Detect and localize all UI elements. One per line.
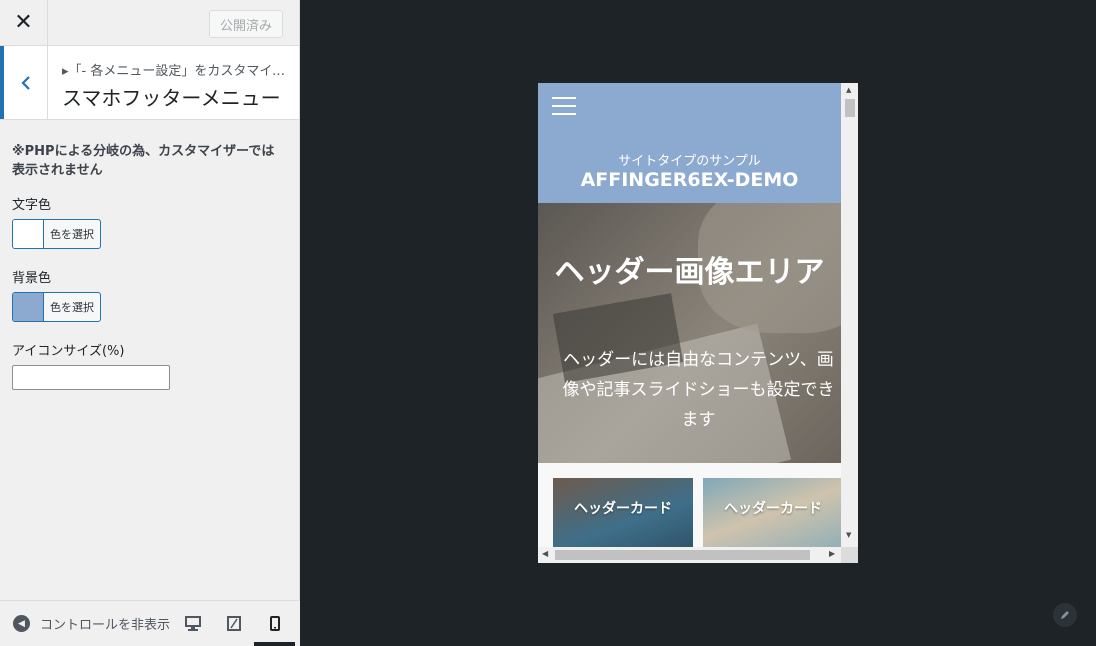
bg-color-label: 背景色: [12, 271, 52, 286]
bg-color-button-label: 色を選択: [50, 301, 94, 314]
icon-size-label: アイコンサイズ(%): [12, 344, 125, 359]
header-card-label: ヘッダーカード: [724, 501, 822, 517]
text-color-swatch: [13, 220, 44, 248]
text-color-picker-button[interactable]: 色を選択: [12, 219, 101, 249]
hamburger-menu-icon[interactable]: [552, 97, 576, 117]
collapse-icon: ◀: [13, 615, 30, 632]
header-card[interactable]: ヘッダーカード: [703, 478, 843, 547]
section-header: ▸「- 各メニュー設定」をカスタマイズ中 スマホフッターメニュー: [0, 46, 299, 120]
scrollbar-thumb[interactable]: [555, 550, 810, 560]
hero-text: ヘッダーには自由なコンテンツ、画像や記事スライドショーも設定できます: [562, 350, 835, 430]
scrollbar-corner: [841, 547, 858, 563]
mobile-preview-frame: サイトタイプのサンプル AFFINGER6EX-DEMO ヘッダー画像エリア ヘ…: [538, 83, 858, 563]
scroll-left-icon[interactable]: ◀: [542, 549, 548, 558]
bg-color-picker-button[interactable]: 色を選択: [12, 292, 101, 322]
header-card-label: ヘッダーカード: [574, 501, 672, 517]
site-header: サイトタイプのサンプル AFFINGER6EX-DEMO: [538, 83, 841, 203]
breadcrumb: ▸「- 各メニュー設定」をカスタマイズ中: [62, 64, 292, 79]
hero-title: ヘッダー画像エリア: [554, 255, 825, 290]
site-tagline: サイトタイプのサンプル: [618, 154, 761, 169]
back-button[interactable]: [0, 46, 48, 119]
edit-shortcut-button[interactable]: [1053, 603, 1077, 627]
customizer-sidebar: ✕ 公開済み ▸「- 各メニュー設定」をカスタマイズ中 スマホフッターメニュー …: [0, 0, 300, 646]
vertical-scrollbar[interactable]: ▲ ▼: [841, 83, 858, 547]
mobile-icon: [269, 616, 280, 631]
header-cards: ヘッダーカード ヘッダーカード: [538, 463, 843, 547]
header-card[interactable]: ヘッダーカード: [553, 478, 693, 547]
site-title[interactable]: AFFINGER6EX-DEMO: [538, 169, 841, 191]
customizer-footer: ◀ コントロールを非表示: [0, 600, 300, 646]
preview-tablet-button[interactable]: [213, 601, 254, 646]
header-image-area: ヘッダー画像エリア ヘッダーには自由なコンテンツ、画像や記事スライドショーも設定…: [538, 203, 841, 463]
horizontal-scrollbar[interactable]: ◀ ▶: [538, 547, 841, 563]
collapse-controls-button[interactable]: ◀ コントロールを非表示: [0, 614, 172, 633]
controls-panel: ※PHPによる分岐の為、カスタマイザーでは表示されません 文字色 色を選択 背景…: [0, 120, 299, 390]
tablet-icon: [226, 616, 241, 631]
scroll-right-icon[interactable]: ▶: [829, 549, 835, 558]
close-customizer-button[interactable]: ✕: [0, 0, 48, 45]
chevron-left-icon: [20, 75, 30, 90]
scrollbar-thumb[interactable]: [845, 99, 855, 117]
section-title: スマホフッターメニュー: [62, 86, 281, 110]
scroll-down-icon[interactable]: ▼: [846, 531, 851, 539]
text-color-button-label: 色を選択: [50, 228, 94, 241]
icon-size-input[interactable]: [12, 365, 170, 390]
publish-button[interactable]: 公開済み: [208, 10, 283, 38]
text-color-label: 文字色: [12, 198, 52, 213]
collapse-label: コントロールを非表示: [40, 618, 171, 633]
bg-color-swatch: [13, 293, 44, 321]
preview-mobile-button[interactable]: [254, 601, 295, 646]
customizer-header: ✕ 公開済み: [0, 0, 299, 46]
desktop-icon: [184, 616, 201, 631]
pencil-icon: [1061, 611, 1069, 619]
scroll-up-icon[interactable]: ▲: [846, 86, 851, 94]
preview-desktop-button[interactable]: [172, 601, 213, 646]
php-note: ※PHPによる分岐の為、カスタマイザーでは表示されません: [12, 144, 275, 178]
